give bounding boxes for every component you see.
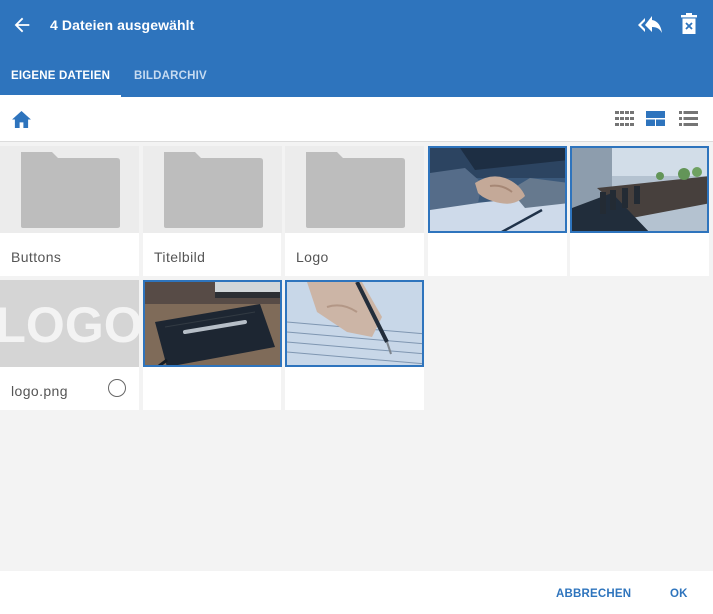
folder-icon: [306, 152, 405, 228]
file-label: logo.png: [11, 383, 68, 399]
logo-thumb-text: LOGO: [0, 297, 139, 353]
notebook-pen-image: [145, 282, 280, 365]
card-view-icon[interactable]: [646, 111, 665, 126]
image-thumbnail-writing: [285, 280, 424, 367]
folder-thumbnail: [0, 146, 139, 233]
selection-title: 4 Dateien ausgewählt: [50, 17, 195, 33]
list-view-icon[interactable]: [679, 111, 698, 126]
folder-thumbnail: [285, 146, 424, 233]
file-label: Titelbild: [154, 249, 206, 265]
folder-tile-buttons[interactable]: Buttons: [0, 146, 139, 276]
file-label: Logo: [296, 249, 329, 265]
image-tile-handshake[interactable]: [428, 146, 567, 276]
folder-thumbnail: [143, 146, 282, 233]
reply-all-icon[interactable]: [637, 14, 663, 36]
file-label: Buttons: [11, 249, 62, 265]
folder-tile-titelbild[interactable]: Titelbild: [143, 146, 282, 276]
select-radio[interactable]: [108, 379, 126, 397]
folder-icon: [21, 152, 120, 228]
tab-eigene-dateien[interactable]: EIGENE DATEIEN: [0, 60, 121, 97]
image-tile-conference-room[interactable]: [570, 146, 709, 276]
image-thumbnail-logo: LOGO: [0, 280, 139, 367]
conference-room-image: [572, 148, 707, 231]
tab-label: BILDARCHIV: [134, 70, 207, 82]
folder-icon: [164, 152, 263, 228]
app-header: 4 Dateien ausgewählt EIGENE DATEIEN BILD…: [0, 0, 713, 97]
arrow-left-icon[interactable]: [11, 14, 33, 36]
image-tile-notebook[interactable]: [143, 280, 282, 410]
image-tile-logo-png[interactable]: LOGO logo.png: [0, 280, 139, 410]
cancel-button[interactable]: ABBRECHEN: [556, 588, 631, 600]
toolbar: [0, 97, 713, 142]
writing-hand-image: [287, 282, 422, 365]
folder-tile-logo[interactable]: Logo: [285, 146, 424, 276]
image-thumbnail-handshake: [428, 146, 567, 233]
tab-bildarchiv[interactable]: BILDARCHIV: [121, 60, 221, 97]
home-icon[interactable]: [12, 111, 31, 128]
handshake-image: [430, 148, 565, 231]
trash-icon[interactable]: [680, 13, 698, 35]
header-row: 4 Dateien ausgewählt: [0, 0, 713, 52]
logo-image: LOGO: [0, 297, 139, 353]
image-thumbnail-conference-room: [570, 146, 709, 233]
dialog-footer: ABBRECHEN OK: [0, 571, 713, 614]
image-tile-writing[interactable]: [285, 280, 424, 410]
ok-button[interactable]: OK: [670, 588, 688, 600]
tab-label: EIGENE DATEIEN: [11, 70, 111, 82]
image-thumbnail-notebook: [143, 280, 282, 367]
grid-view-icon[interactable]: [615, 111, 634, 126]
